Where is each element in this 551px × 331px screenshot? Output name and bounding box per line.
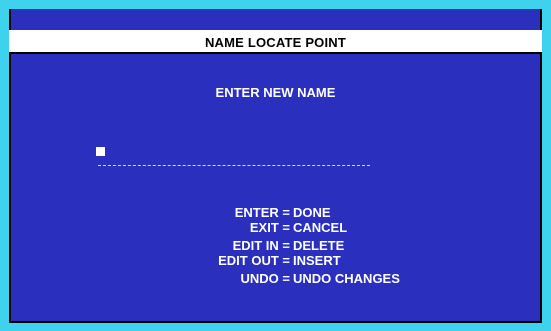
key-label: UNDO = — [240, 271, 290, 286]
key-help-row: ENTER = DONE — [9, 205, 542, 221]
key-help-row: EXIT = CANCEL — [9, 219, 542, 236]
key-action: UNDO CHANGES — [293, 271, 400, 286]
title-bar: NAME LOCATE POINT — [9, 30, 542, 54]
enter-name-prompt: ENTER NEW NAME — [215, 85, 336, 100]
key-action: DONE — [293, 205, 331, 220]
key-help-list: ENTER = DONE EXIT = CANCEL EDIT IN = DEL… — [9, 205, 542, 287]
dialog-title: NAME LOCATE POINT — [204, 35, 347, 50]
key-label: EDIT OUT = — [218, 252, 290, 268]
key-label: EXIT = — [249, 219, 290, 235]
name-input-underline — [98, 165, 370, 166]
key-label: EDIT IN = — [232, 238, 290, 253]
key-action: CANCEL — [293, 219, 348, 235]
key-action: INSERT — [293, 252, 341, 268]
key-help-row: UNDO = UNDO CHANGES — [9, 271, 542, 287]
key-help-row: EDIT IN = DELETE — [9, 238, 542, 254]
key-label: ENTER = — [234, 205, 290, 220]
key-action: DELETE — [293, 238, 345, 253]
key-help-row: EDIT OUT = INSERT — [9, 252, 542, 269]
text-cursor — [96, 147, 105, 156]
